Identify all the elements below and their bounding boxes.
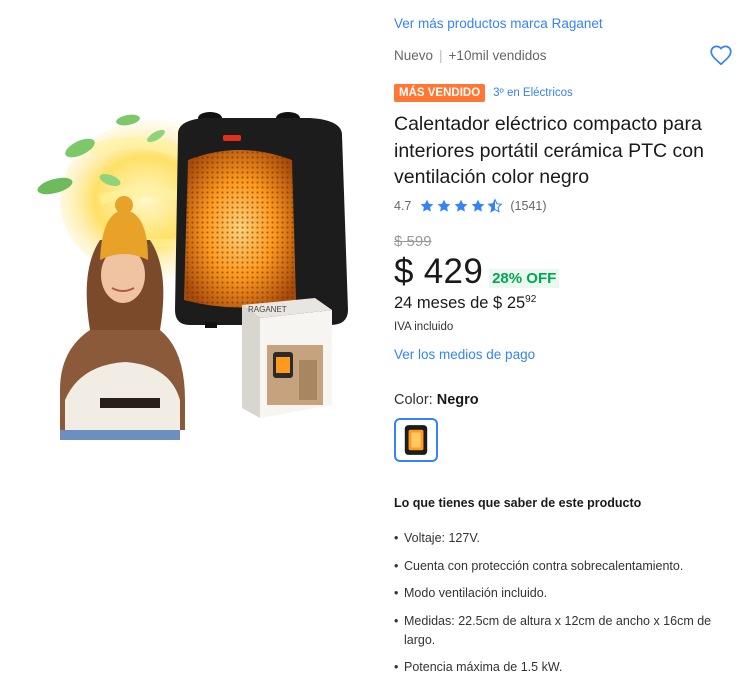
- rating-count: (1541): [510, 199, 547, 213]
- features-list: Voltaje: 127V. Cuenta con protección con…: [394, 529, 739, 686]
- feature-item: Medidas: 22.5cm de altura x 12cm de anch…: [394, 612, 739, 650]
- installments-amount: 24 meses de $ 25: [394, 294, 526, 312]
- installments-cents: 92: [525, 294, 537, 305]
- sold-count: +10mil vendidos: [448, 48, 547, 63]
- condition-label: Nuevo: [394, 48, 434, 63]
- best-seller-badge: MÁS VENDIDO: [394, 84, 486, 102]
- rating-score: 4.7: [394, 199, 412, 213]
- star-half-icon: [487, 198, 503, 213]
- discount-label: 28% OFF: [489, 269, 560, 288]
- subtitle-separator: |: [439, 48, 443, 63]
- category-rank-link[interactable]: 3º en Eléctricos: [493, 87, 573, 99]
- color-label-text: Color:: [394, 392, 437, 408]
- star-full-icon: [472, 199, 485, 212]
- color-swatch-negro[interactable]: [394, 418, 438, 462]
- installments: 24 meses de $ 2592: [394, 294, 536, 313]
- heart-icon: [710, 45, 732, 66]
- feature-item: Modo ventilación incluido.: [394, 584, 739, 603]
- feature-item: Voltaje: 127V.: [394, 529, 739, 548]
- current-price: $ 429: [394, 252, 484, 291]
- favorite-button[interactable]: [708, 42, 734, 68]
- color-label: Color: Negro: [394, 392, 479, 408]
- original-price: $ 599: [394, 233, 432, 250]
- product-photo: RAGANET: [37, 112, 348, 440]
- feature-item: Potencia máxima de 1.5 kW.: [394, 658, 739, 677]
- rating-stars: [419, 198, 504, 214]
- color-value: Negro: [436, 392, 479, 408]
- star-full-icon: [421, 199, 434, 212]
- payment-methods-link[interactable]: Ver los medios de pago: [394, 347, 535, 362]
- rating-row[interactable]: 4.7 (1541): [394, 198, 547, 214]
- badge-row: MÁS VENDIDO 3º en Eléctricos: [394, 84, 573, 102]
- product-title: Calentador eléctrico compacto para inter…: [394, 113, 704, 188]
- price-row: $ 429 28% OFF: [394, 252, 560, 292]
- product-image[interactable]: RAGANET: [20, 100, 365, 440]
- feature-item: Cuenta con protección contra sobrecalent…: [394, 557, 739, 576]
- features-heading: Lo que tienes que saber de este producto: [394, 496, 642, 510]
- brand-link[interactable]: Ver más productos marca Raganet: [394, 16, 603, 31]
- star-full-icon: [455, 199, 468, 212]
- tax-note: IVA incluido: [394, 321, 454, 333]
- star-full-icon: [438, 199, 451, 212]
- heater-thumbnail-icon: [404, 425, 428, 455]
- box-brand: RAGANET: [248, 305, 287, 314]
- product-subtitle: Nuevo | +10mil vendidos: [394, 48, 546, 63]
